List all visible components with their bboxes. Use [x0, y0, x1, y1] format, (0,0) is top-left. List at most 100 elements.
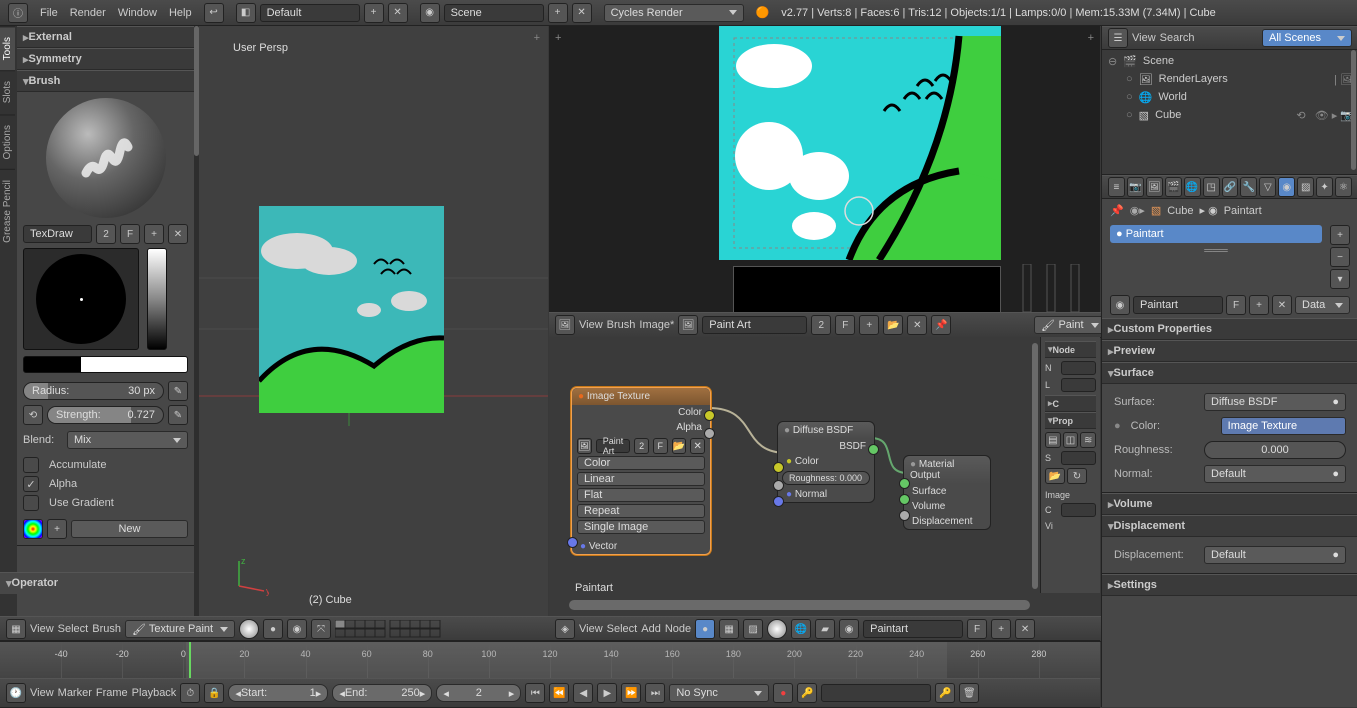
v3d-menu-brush[interactable]: Brush [92, 623, 121, 635]
node-mat-fake[interactable]: F [967, 619, 987, 639]
node-treetype-world-icon[interactable]: 🌐 [791, 619, 811, 639]
node-imgtex-opt-single[interactable]: Single Image [577, 520, 705, 534]
node-treetype-lamp-icon[interactable]: ▰ [815, 619, 835, 639]
panel-surface[interactable]: Surface [1102, 362, 1357, 384]
brush-new-button[interactable]: New [71, 520, 188, 538]
proptab-material-icon[interactable]: ◉ [1278, 177, 1295, 197]
proptab-modifier-icon[interactable]: 🔧 [1240, 177, 1257, 197]
node-vscroll[interactable] [1032, 343, 1038, 589]
outliner-item-renderlayers[interactable]: ○🖼RenderLayers| 🖼 [1102, 70, 1357, 88]
layout-add-icon[interactable]: + [364, 3, 384, 23]
panel-custom-props[interactable]: Custom Properties [1102, 318, 1357, 340]
panel-operator[interactable]: Operator [0, 573, 194, 593]
node-imgtex-opt-linear[interactable]: Linear [577, 472, 705, 486]
panel-brush[interactable]: Brush [17, 70, 194, 92]
panel-volume[interactable]: Volume [1102, 493, 1357, 515]
nodeside-icon3[interactable]: ≋ [1080, 432, 1096, 448]
breadcrumb-mat[interactable]: Paintart [1224, 205, 1262, 217]
brush-fake-user[interactable]: F [120, 224, 140, 244]
scene-browse-icon[interactable]: ◉ [420, 3, 440, 23]
tl-keying-icon[interactable]: 🔑 [797, 683, 817, 703]
accumulate-checkbox[interactable] [23, 457, 39, 473]
layout-select[interactable]: Default [260, 4, 360, 22]
editor-type-timeline-icon[interactable]: 🕐 [6, 683, 26, 703]
tl-menu-frame[interactable]: Frame [96, 687, 128, 699]
matslot-add-icon[interactable]: + [1330, 225, 1350, 245]
uv-menu-image[interactable]: Image* [639, 319, 674, 331]
node-imgtex-opt-flat[interactable]: Flat [577, 488, 705, 502]
mat-fake-user[interactable]: F [1226, 295, 1246, 315]
tl-sync-select[interactable]: No Sync [669, 684, 769, 702]
brush-add-icon[interactable]: + [144, 224, 164, 244]
matslot-remove-icon[interactable]: − [1330, 247, 1350, 267]
outliner-scrollbar[interactable] [1351, 50, 1356, 170]
node-menu-node[interactable]: Node [665, 623, 691, 635]
node-type-shader-icon[interactable]: ● [695, 619, 715, 639]
brush-name-field[interactable]: TexDraw [23, 225, 92, 243]
editor-type-node-icon[interactable]: ◈ [555, 619, 575, 639]
viewport-shading-icon[interactable] [239, 619, 259, 639]
layers-widget[interactable] [335, 620, 445, 638]
brush-circle-preview[interactable] [23, 248, 139, 350]
node-img-users[interactable]: 2 [634, 438, 649, 454]
node-hscroll[interactable] [569, 600, 1030, 610]
panel-symmetry[interactable]: Symmetry [17, 48, 194, 70]
tl-end[interactable]: ◂ End:250 ▸ [332, 684, 432, 702]
node-menu-select[interactable]: Select [607, 623, 638, 635]
editor-type-image-icon[interactable]: 🖼 [555, 315, 575, 335]
node-type-comp-icon[interactable]: ▦ [719, 619, 739, 639]
displacement-select[interactable]: Default● [1204, 546, 1346, 564]
tab-tools[interactable]: Tools [0, 26, 15, 70]
manipulator-icon[interactable]: ⤧ [311, 619, 331, 639]
proptab-constraint-icon[interactable]: 🔗 [1222, 177, 1239, 197]
editor-type-props-icon[interactable]: ≡ [1108, 177, 1125, 197]
screenlayout-browse-icon[interactable]: ◧ [236, 3, 256, 23]
tab-slots[interactable]: Slots [0, 70, 15, 113]
uv-tool-toggle-icon[interactable]: + [555, 32, 561, 44]
outliner-item-world[interactable]: ○🌐World [1102, 88, 1357, 106]
uv-image-editor[interactable]: + + [549, 26, 1100, 312]
tl-key-prev-icon[interactable]: ⏪ [549, 683, 569, 703]
nodeside-icon4[interactable]: 📂 [1045, 468, 1065, 484]
nodeside-icon5[interactable]: ↻ [1067, 468, 1087, 484]
engine-select[interactable]: Cycles Render [604, 4, 744, 22]
outliner-view[interactable]: View [1132, 32, 1156, 44]
tl-play-rev-icon[interactable]: ◀ [573, 683, 593, 703]
surface-color-select[interactable]: Image Texture [1221, 417, 1346, 435]
tl-current[interactable]: ◂ 2 ▸ [436, 684, 521, 702]
proptab-particle-icon[interactable]: ✦ [1316, 177, 1333, 197]
proptab-world-icon[interactable]: 🌐 [1184, 177, 1201, 197]
node-img-name[interactable]: Paint Art [596, 439, 631, 453]
mat-unlink-icon[interactable]: ✕ [1272, 295, 1292, 315]
node-treetype-object-icon[interactable] [767, 619, 787, 639]
tab-greasepencil[interactable]: Grease Pencil [0, 169, 15, 253]
uv-image-open-icon[interactable]: 📂 [883, 315, 903, 335]
mat-add-icon[interactable]: + [1249, 295, 1269, 315]
node-diffuse-bsdf[interactable]: ● Diffuse BSDF BSDF ● Color Roughness: 0… [777, 421, 875, 503]
node-imgtex-opt-color[interactable]: Color [577, 456, 705, 470]
brush-color-icon[interactable] [23, 519, 43, 539]
tl-jump-start-icon[interactable]: ⏮ [525, 683, 545, 703]
mat-name-field[interactable]: Paintart [1133, 296, 1223, 314]
tl-deletekey-icon[interactable]: 🗑 [959, 683, 979, 703]
pivot-icon[interactable]: ● [263, 619, 283, 639]
timeline-playhead[interactable] [189, 642, 191, 678]
editor-type-outliner-icon[interactable]: ☰ [1108, 28, 1128, 48]
node-menu-view[interactable]: View [579, 623, 603, 635]
pivot-median-icon[interactable]: ◉ [287, 619, 307, 639]
brush-radius-slider[interactable]: Radius:30 px [23, 382, 164, 400]
node-img-browse-icon[interactable]: 🖼 [577, 438, 592, 454]
brush-add-preset-icon[interactable]: + [47, 519, 67, 539]
radius-pressure-icon[interactable]: ✎ [168, 381, 188, 401]
brush-gradient-preview[interactable] [147, 248, 167, 350]
material-slot-grip[interactable]: ═══ [1110, 243, 1322, 259]
viewport-3d[interactable]: User Persp + y z (2) Cube [199, 26, 548, 616]
v3d-menu-select[interactable]: Select [58, 623, 89, 635]
uv-pin-icon[interactable]: 📌 [931, 315, 951, 335]
mat-browse-icon[interactable]: ◉ [1110, 295, 1130, 315]
brush-blend-select[interactable]: Mix [67, 431, 188, 449]
tl-insertkey-icon[interactable]: 🔑 [935, 683, 955, 703]
node-side-node[interactable]: Node [1045, 341, 1096, 358]
scene-del-icon[interactable]: ✕ [572, 3, 592, 23]
node-mat-unlink-icon[interactable]: ✕ [1015, 619, 1035, 639]
